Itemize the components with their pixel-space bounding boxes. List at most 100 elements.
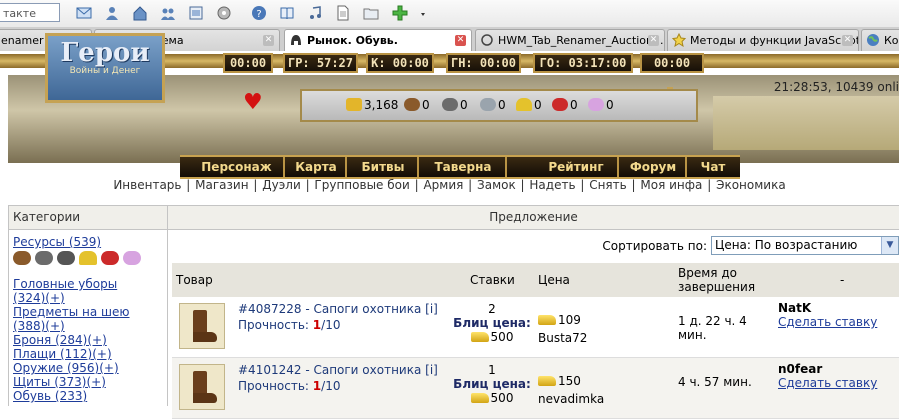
col-bids: Ставки xyxy=(470,273,515,287)
sort-select[interactable]: Цена: По возрастанию ▼ xyxy=(711,236,899,255)
place-bid-link[interactable]: Сделать ставку xyxy=(778,315,877,329)
subnav-castle[interactable]: Замок xyxy=(477,178,516,192)
mercury-icon[interactable] xyxy=(57,251,75,265)
time-left: 1 д. 22 ч. 4 мин. xyxy=(678,314,747,342)
tab-4[interactable]: Методы и функции JavaScript ✕ xyxy=(667,29,859,51)
user-icon[interactable] xyxy=(104,5,120,21)
main-nav: Персонаж Карта Битвы Таверна Рейтинг Фор… xyxy=(180,155,740,179)
category-headwear[interactable]: Головные уборы xyxy=(9,277,167,291)
category-resources[interactable]: Ресурсы (539) xyxy=(9,235,167,249)
offers-table: Товар Ставки Цена Время до завершения - … xyxy=(172,263,899,419)
hunter-boots-image[interactable] xyxy=(179,364,225,410)
nav-chat[interactable]: Чат xyxy=(689,157,737,177)
gems-icon[interactable] xyxy=(123,251,141,265)
category-necklaces[interactable]: Предметы на шею xyxy=(9,305,167,319)
timer-go: ГО: 03:17:00 xyxy=(533,53,633,73)
price-bidder[interactable]: nevadimka xyxy=(538,392,604,406)
blitz-label: Блиц цена: xyxy=(453,377,531,391)
subnav-economy[interactable]: Экономика xyxy=(716,178,786,192)
window-icon[interactable] xyxy=(188,5,204,21)
category-cloaks[interactable]: Плащи (112)(+) xyxy=(9,347,167,361)
settings-icon[interactable] xyxy=(216,5,232,21)
category-armor[interactable]: Броня (284)(+) xyxy=(9,333,167,347)
seller-name[interactable]: NatK xyxy=(778,301,811,315)
mercury-icon xyxy=(480,98,496,111)
subnav-duels[interactable]: Дуэли xyxy=(262,178,301,192)
dropdown-arrow-icon[interactable] xyxy=(418,5,428,21)
nav-tavern[interactable]: Таверна xyxy=(421,157,507,177)
tab-label: HWM_Tab_Renamer_Auction ... xyxy=(498,34,665,47)
close-icon[interactable]: ✕ xyxy=(263,35,274,46)
nav-battles[interactable]: Битвы xyxy=(349,157,419,177)
subnav-my-info[interactable]: Моя инфа xyxy=(640,178,702,192)
col-item: Товар xyxy=(176,273,213,287)
mail-icon[interactable] xyxy=(76,5,92,21)
home-icon[interactable] xyxy=(132,5,148,21)
timer-k: К: 00:00 xyxy=(366,53,434,73)
browser-toolbar: такте ? xyxy=(0,0,899,28)
tab-5[interactable]: Кон xyxy=(861,29,899,51)
nav-map[interactable]: Карта xyxy=(287,157,347,177)
seller-name[interactable]: n0fear xyxy=(778,362,822,376)
tab-label: Рынок. Обувь. xyxy=(307,34,398,47)
add-icon[interactable] xyxy=(392,5,408,21)
col-last: - xyxy=(840,273,845,287)
category-weapons[interactable]: Оружие (956)(+) xyxy=(9,361,167,375)
nav-character[interactable]: Персонаж xyxy=(190,157,285,177)
current-price: 109 xyxy=(538,313,581,327)
search-input[interactable]: такте xyxy=(0,3,60,22)
subnav-group-battles[interactable]: Групповые бои xyxy=(314,178,409,192)
book-icon[interactable] xyxy=(279,5,295,21)
folder-icon[interactable] xyxy=(363,5,379,21)
place-bid-link[interactable]: Сделать ставку xyxy=(778,376,877,390)
category-necklaces-count[interactable]: (388)(+) xyxy=(9,319,167,333)
castle-skyline-image xyxy=(713,96,899,150)
sub-nav: Инвентарь | Магазин | Дуэли | Групповые … xyxy=(113,178,786,192)
group-icon[interactable] xyxy=(160,5,176,21)
tab-3[interactable]: HWM_Tab_Renamer_Auction ... ✕ xyxy=(475,29,665,51)
nav-rating[interactable]: Рейтинг xyxy=(535,157,619,177)
category-footwear[interactable]: Обувь (233) xyxy=(9,389,167,403)
game-logo[interactable]: Герои Войны и Денег xyxy=(45,33,165,103)
item-title[interactable]: #4087228 - Сапоги охотника [i] xyxy=(238,302,438,316)
item-title[interactable]: #4101242 - Сапоги охотника [i] xyxy=(238,363,438,377)
table-header: Товар Ставки Цена Время до завершения - xyxy=(172,263,899,297)
hunter-boots-image[interactable] xyxy=(179,303,225,349)
ore-icon[interactable] xyxy=(35,251,53,265)
crystal-icon xyxy=(552,98,568,111)
tab-2[interactable]: Рынок. Обувь. ✕ xyxy=(284,29,472,52)
blitz-price: 500 xyxy=(470,391,513,405)
subnav-shop[interactable]: Магазин xyxy=(195,178,248,192)
subnav-equip[interactable]: Надеть xyxy=(529,178,575,192)
server-clock: 21:28:53, 10439 onli xyxy=(773,80,899,94)
tab-label: Кон xyxy=(884,34,899,47)
close-icon[interactable]: ✕ xyxy=(648,35,659,46)
crystal-icon[interactable] xyxy=(101,251,119,265)
sulfur-icon xyxy=(516,98,532,111)
col-price: Цена xyxy=(538,273,570,287)
categories-header: Категории xyxy=(9,206,167,230)
help-icon[interactable]: ? xyxy=(251,5,267,21)
document-icon[interactable] xyxy=(335,5,351,21)
timer-gr: ГР: 57:27 xyxy=(283,53,358,73)
logo-title: Герои xyxy=(60,38,150,68)
ore-icon xyxy=(442,98,458,111)
helmet-icon xyxy=(291,35,301,45)
category-shields[interactable]: Щиты (373)(+) xyxy=(9,375,167,389)
close-icon[interactable]: ✕ xyxy=(842,35,853,46)
price-bidder[interactable]: Busta72 xyxy=(538,331,587,345)
wood-icon[interactable] xyxy=(13,251,31,265)
nav-forum[interactable]: Форум xyxy=(621,157,687,177)
resource-crystals: 0 xyxy=(552,97,578,113)
category-headwear-count[interactable]: (324)(+) xyxy=(9,291,167,305)
subnav-army[interactable]: Армия xyxy=(423,178,463,192)
resource-gems: 0 xyxy=(588,97,614,113)
music-icon[interactable] xyxy=(307,5,323,21)
offers-panel: Предложение Сортировать по: Цена: По воз… xyxy=(168,205,899,419)
sulfur-icon[interactable] xyxy=(79,251,97,265)
resource-ore: 0 xyxy=(442,97,468,113)
subnav-unequip[interactable]: Снять xyxy=(589,178,627,192)
subnav-inventory[interactable]: Инвентарь xyxy=(113,178,181,192)
close-icon[interactable]: ✕ xyxy=(455,35,466,46)
chevron-down-icon[interactable]: ▼ xyxy=(881,237,898,254)
